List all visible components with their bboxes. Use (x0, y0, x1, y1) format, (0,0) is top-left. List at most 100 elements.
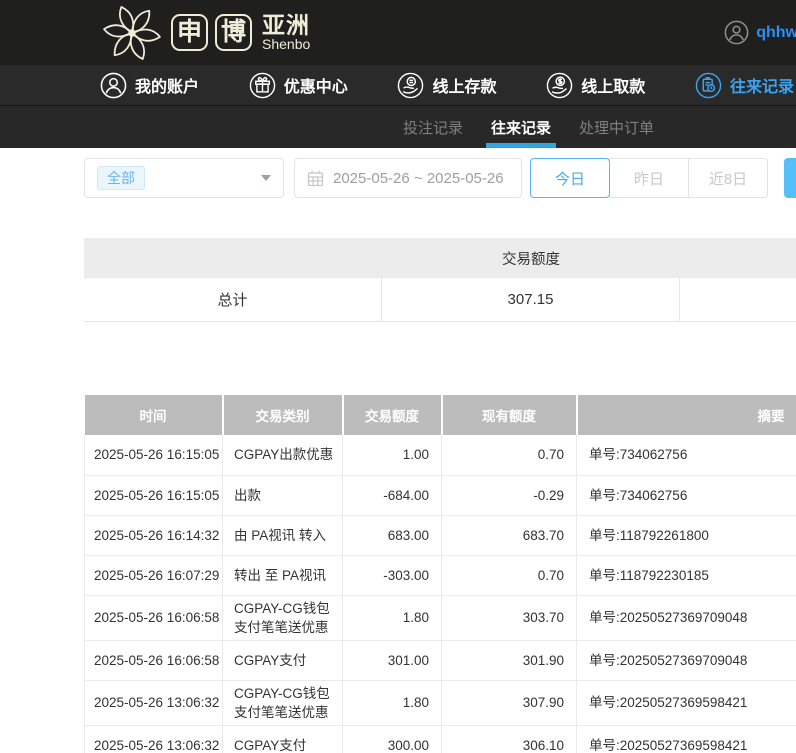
table-row: 2025-05-26 16:06:58CGPAY支付301.00301.90单号… (85, 640, 796, 680)
flower-logo-icon (100, 5, 164, 61)
cell-balance: 307.90 (442, 680, 577, 725)
cell-amount: 301.00 (343, 640, 442, 680)
summary-header-label: 交易额度 (382, 248, 680, 269)
cell-type: CGPAY出款优惠 (223, 435, 343, 475)
withdraw-icon (546, 72, 573, 99)
content-area: 全部 2025-05-26 ~ 2025-05-26 今日 昨日 近8日 (0, 158, 796, 753)
cell-time: 2025-05-26 16:06:58 (85, 640, 223, 680)
selected-type-chip: 全部 (97, 166, 145, 191)
summary-total-value: 307.15 (382, 278, 680, 321)
date-range-input[interactable]: 2025-05-26 ~ 2025-05-26 (294, 158, 522, 198)
nav-item-label: 线上取款 (581, 73, 645, 97)
cell-balance: 306.10 (442, 725, 577, 753)
summary-total-label: 总计 (84, 278, 382, 321)
cell-time: 2025-05-26 16:15:05 (85, 475, 223, 515)
transaction-type-select[interactable]: 全部 (84, 158, 284, 198)
column-header-balance: 现有额度 (442, 395, 577, 435)
summary-empty-cell (680, 278, 796, 321)
cell-balance: 683.70 (442, 515, 577, 555)
cell-amount: 1.80 (343, 680, 442, 725)
cell-balance: 0.70 (442, 435, 577, 475)
nav-item-label: 往来记录 (730, 73, 794, 97)
search-button[interactable] (784, 158, 796, 198)
nav-item-deposit[interactable]: 线上存款 (397, 72, 496, 99)
nav-item-withdraw[interactable]: 线上取款 (546, 72, 645, 99)
user-icon (100, 72, 127, 99)
column-header-type: 交易类别 (223, 395, 343, 435)
nav-item-label: 我的账户 (135, 73, 199, 97)
nav-item-records[interactable]: 往来记录 (695, 72, 794, 99)
filter-bar: 全部 2025-05-26 ~ 2025-05-26 今日 昨日 近8日 (84, 158, 796, 198)
user-account[interactable]: qhhw (724, 20, 796, 45)
cell-type: CGPAY支付 (223, 640, 343, 680)
logo-char-box: 申 (171, 14, 208, 51)
cell-summary: 单号:20250527369709048 (577, 640, 796, 680)
cell-summary: 单号:118792261800 (577, 515, 796, 555)
cell-summary: 单号:20250527369598421 (577, 680, 796, 725)
chevron-down-icon (261, 175, 271, 181)
summary-table: 交易额度 总计 307.15 (84, 238, 796, 322)
avatar-icon (724, 20, 749, 45)
cell-balance: 0.70 (442, 555, 577, 595)
column-header-summary: 摘要 (577, 395, 796, 435)
top-header: 申 博 亚洲 Shenbo qhhw (0, 0, 796, 65)
transactions-table: 时间 交易类别 交易额度 现有额度 摘要 2025-05-26 16:15:05… (84, 395, 796, 753)
cell-amount: 1.80 (343, 595, 442, 640)
gift-icon (249, 72, 276, 99)
today-button[interactable]: 今日 (530, 158, 610, 198)
column-header-amount: 交易额度 (343, 395, 442, 435)
brand-logo[interactable]: 申 博 亚洲 Shenbo (100, 5, 310, 61)
table-row: 2025-05-26 16:15:05出款-684.00-0.29单号:7340… (85, 475, 796, 515)
cell-type: 出款 (223, 475, 343, 515)
tab-transaction-records[interactable]: 往来记录 (486, 106, 556, 148)
cell-amount: 300.00 (343, 725, 442, 753)
date-range-value: 2025-05-26 ~ 2025-05-26 (333, 170, 504, 187)
logo-brand-text: Shenbo (262, 37, 310, 52)
cell-amount: -303.00 (343, 555, 442, 595)
cell-amount: -684.00 (343, 475, 442, 515)
cell-time: 2025-05-26 16:15:05 (85, 435, 223, 475)
logo-region-text: 亚洲 (262, 13, 310, 37)
cell-type: 由 PA视讯 转入 (223, 515, 343, 555)
cell-amount: 683.00 (343, 515, 442, 555)
yesterday-button[interactable]: 昨日 (609, 158, 689, 198)
cell-summary: 单号:734062756 (577, 435, 796, 475)
column-header-time: 时间 (85, 395, 223, 435)
cell-time: 2025-05-26 16:14:32 (85, 515, 223, 555)
main-nav: 我的账户 优惠中心 线上存款 (0, 65, 796, 106)
table-row: 2025-05-26 16:15:05CGPAY出款优惠1.000.70单号:7… (85, 435, 796, 475)
cell-summary: 单号:20250527369709048 (577, 595, 796, 640)
username: qhhw (756, 24, 796, 42)
tab-pending-orders[interactable]: 处理中订单 (574, 106, 659, 148)
last-8-days-button[interactable]: 近8日 (688, 158, 768, 198)
cell-type: CGPAY-CG钱包支付笔笔送优惠 (223, 595, 343, 640)
cell-type: CGPAY-CG钱包支付笔笔送优惠 (223, 680, 343, 725)
tab-betting-records[interactable]: 投注记录 (398, 106, 468, 148)
table-row: 2025-05-26 16:07:29转出 至 PA视讯-303.000.70单… (85, 555, 796, 595)
summary-header-row: 交易额度 (84, 238, 796, 278)
table-row: 2025-05-26 16:14:32由 PA视讯 转入683.00683.70… (85, 515, 796, 555)
cell-type: CGPAY支付 (223, 725, 343, 753)
table-row: 2025-05-26 13:06:32CGPAY-CG钱包支付笔笔送优惠1.80… (85, 680, 796, 725)
cell-time: 2025-05-26 16:07:29 (85, 555, 223, 595)
transactions-body: 2025-05-26 16:15:05CGPAY出款优惠1.000.70单号:7… (85, 435, 796, 753)
cell-time: 2025-05-26 13:06:32 (85, 680, 223, 725)
nav-item-my-account[interactable]: 我的账户 (100, 72, 199, 99)
cell-summary: 单号:20250527369598421 (577, 725, 796, 753)
nav-item-label: 优惠中心 (284, 73, 348, 97)
table-header-row: 时间 交易类别 交易额度 现有额度 摘要 (85, 395, 796, 435)
cell-amount: 1.00 (343, 435, 442, 475)
nav-item-promotions[interactable]: 优惠中心 (249, 72, 348, 99)
cell-type: 转出 至 PA视讯 (223, 555, 343, 595)
cell-summary: 单号:734062756 (577, 475, 796, 515)
cell-balance: 301.90 (442, 640, 577, 680)
quick-date-buttons: 今日 昨日 近8日 (530, 158, 768, 198)
cell-time: 2025-05-26 13:06:32 (85, 725, 223, 753)
table-row: 2025-05-26 13:06:32CGPAY支付300.00306.10单号… (85, 725, 796, 753)
summary-total-row: 总计 307.15 (84, 278, 796, 322)
records-icon (695, 72, 722, 99)
cell-summary: 单号:118792230185 (577, 555, 796, 595)
cell-balance: 303.70 (442, 595, 577, 640)
cell-time: 2025-05-26 16:06:58 (85, 595, 223, 640)
logo-char-box: 博 (215, 14, 252, 51)
